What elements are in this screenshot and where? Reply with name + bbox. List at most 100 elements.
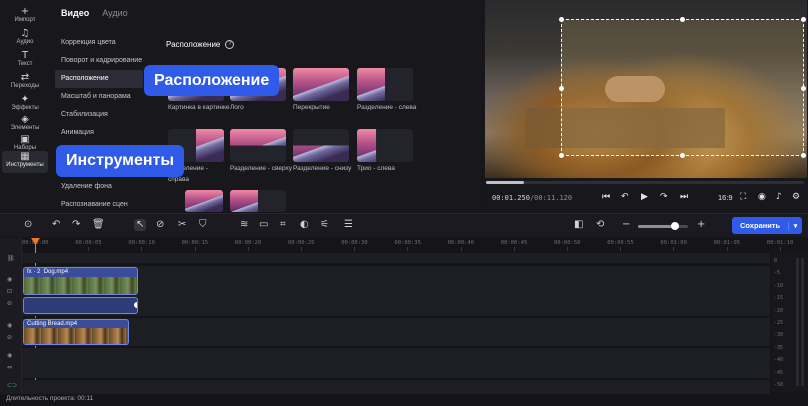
rail-item-transitions[interactable]: ⇄ Переходы — [2, 72, 48, 94]
rail-item-elements[interactable]: ◈ Элементы — [2, 114, 48, 136]
preset-thumbnail — [185, 190, 223, 212]
video-frame[interactable] — [485, 0, 807, 178]
skip-forward-icon[interactable]: ⏭ — [680, 191, 688, 203]
rail-item-audio[interactable]: ♫ Аудио — [2, 28, 48, 50]
track-row-main — [22, 318, 770, 346]
category-animation[interactable]: Анимация — [55, 124, 143, 142]
zoom-slider-knob[interactable] — [671, 222, 679, 230]
ruler-tick-label: 00:00:25 — [288, 240, 315, 246]
volume-icon[interactable]: ♪ — [776, 191, 782, 203]
caption-icon[interactable]: ▭ — [259, 219, 268, 231]
resize-handle[interactable] — [559, 86, 564, 91]
magnet-icon[interactable]: ⟲ — [596, 219, 604, 231]
overlay-selection-box[interactable] — [559, 17, 806, 158]
ruler-tick-label: 00:00:45 — [500, 240, 528, 246]
section-title: Расположение ? — [166, 40, 235, 49]
category-background-removal[interactable]: Удаление фона — [55, 178, 143, 196]
tab-video[interactable]: Видео — [61, 8, 89, 18]
pointer-tool-icon[interactable]: ↖ — [134, 219, 147, 231]
clip-dog[interactable]: fx · 2 Dog.mp4 — [23, 267, 138, 295]
resize-handle[interactable] — [801, 17, 806, 22]
rail-item-import[interactable]: + Импорт — [2, 6, 48, 28]
sparkle-icon: ✦ — [20, 94, 30, 105]
category-zoom-pan[interactable]: Масштаб и панорама — [55, 88, 143, 106]
preset-split-left[interactable] — [357, 68, 413, 101]
preset-split-bottom[interactable] — [293, 129, 349, 162]
resize-handle[interactable] — [801, 86, 806, 91]
resize-handle[interactable] — [559, 153, 564, 158]
rail-item-tools[interactable]: ▦ Инструменты — [2, 151, 48, 173]
settings-gear-icon[interactable]: ⚙ — [792, 191, 800, 203]
preset-label: Трио - слева — [357, 165, 395, 172]
zoom-slider-fill — [638, 225, 674, 228]
timecode-current: 00:01.250 — [492, 194, 530, 202]
clip-cutting-bread[interactable]: Cutting Bread.mp4 — [23, 319, 129, 345]
preset-thumbnail — [357, 129, 377, 162]
no-entry-icon[interactable]: ⊘ — [156, 219, 164, 231]
lock-icon[interactable]: ⊡ — [7, 288, 12, 295]
clip-dog-lower[interactable] — [23, 297, 138, 314]
zoom-in-icon[interactable]: + — [697, 219, 705, 231]
scissors-icon[interactable]: ✂ — [178, 219, 186, 231]
eye-icon[interactable]: ◉ — [7, 276, 12, 283]
audio-wave-icon[interactable]: ≋ — [240, 219, 248, 231]
preset-more-2[interactable] — [230, 190, 286, 212]
menu-icon[interactable]: ☰ — [344, 219, 353, 231]
resize-handle[interactable] — [680, 17, 685, 22]
fx-badge: fx · 2 — [27, 269, 41, 275]
category-color-correction[interactable]: Коррекция цвета — [55, 34, 143, 52]
resize-handle[interactable] — [801, 153, 806, 158]
text-icon: T — [21, 50, 29, 61]
timeline-toolbar: ⊙ ↶ ↷ 🗑 ↖ ⊘ ✂ ⛉ ≋ ▭ ⌗ ◐ ⚟ ☰ ◧ ⟲ − + — [0, 213, 808, 237]
category-scene-detection[interactable]: Распознавание сцен — [55, 196, 143, 214]
step-forward-icon[interactable]: ↷ — [660, 191, 668, 203]
chevron-down-icon[interactable]: ▾ — [788, 221, 802, 230]
category-stabilization[interactable]: Стабилизация — [55, 106, 143, 124]
timeline-ruler[interactable]: 00:00:0000:00:0500:00:1000:00:1500:00:20… — [22, 238, 808, 252]
mute-icon[interactable]: ⊘ — [7, 334, 12, 341]
rail-item-text[interactable]: T Текст — [2, 50, 48, 72]
trash-icon[interactable]: 🗑 — [92, 219, 105, 231]
mute-icon[interactable]: ⊘ — [7, 300, 12, 307]
zoom-slider[interactable] — [638, 222, 688, 230]
keyframe-handle[interactable] — [134, 302, 137, 308]
zoom-out-icon[interactable]: − — [622, 219, 630, 231]
category-rotate-crop[interactable]: Поворот и кадрирование — [55, 52, 143, 70]
ruler-tick-label: 00:00:10 — [128, 240, 155, 246]
skip-back-icon[interactable]: ⏮ — [602, 191, 610, 203]
clip-thumbnails — [24, 277, 137, 294]
crop-icon[interactable]: ⌗ — [280, 219, 286, 231]
redo-icon[interactable]: ↷ — [72, 219, 80, 231]
help-icon[interactable]: ? — [225, 40, 235, 49]
record-icon[interactable]: ⊙ — [24, 219, 32, 231]
color-icon[interactable]: ◐ — [300, 219, 309, 231]
play-icon[interactable]: ▶ — [641, 191, 648, 203]
category-placement[interactable]: Расположение — [55, 70, 143, 88]
audio-track-icon[interactable]: ⊂⊃ — [7, 382, 17, 389]
preview-progress-bar[interactable] — [486, 181, 804, 184]
resize-handle[interactable] — [559, 17, 564, 22]
mute-icon[interactable]: ⇔ — [7, 364, 12, 371]
rail-item-effects[interactable]: ✦ Эффекты — [2, 94, 48, 116]
link-icon[interactable]: ⛓ — [7, 255, 15, 262]
snapshot-icon[interactable]: ◉ — [758, 191, 766, 203]
preset-split-top[interactable] — [230, 129, 286, 162]
undo-icon[interactable]: ↶ — [52, 219, 60, 231]
preset-more-1[interactable] — [185, 190, 223, 212]
tab-audio[interactable]: Аудио — [102, 8, 127, 18]
fullscreen-icon[interactable]: ⛶ — [740, 191, 746, 203]
save-button[interactable]: Сохранить ▾ — [732, 217, 802, 234]
rail-item-label: Элементы — [10, 125, 40, 131]
shield-icon[interactable]: ⛉ — [199, 219, 207, 231]
ruler-tick — [726, 247, 728, 251]
resize-handle[interactable] — [680, 153, 685, 158]
aspect-ratio-select[interactable]: 16:9 — [718, 193, 733, 202]
preset-trio-left[interactable] — [357, 129, 413, 162]
adjust-icon[interactable]: ⚟ — [320, 219, 329, 231]
plus-icon: + — [20, 6, 30, 17]
preset-overlay[interactable] — [293, 68, 349, 101]
eye-icon[interactable]: ◉ — [7, 352, 12, 359]
eye-icon[interactable]: ◉ — [7, 322, 12, 329]
step-back-icon[interactable]: ↶ — [621, 191, 629, 203]
audio-detach-icon[interactable]: ◧ — [574, 219, 583, 231]
